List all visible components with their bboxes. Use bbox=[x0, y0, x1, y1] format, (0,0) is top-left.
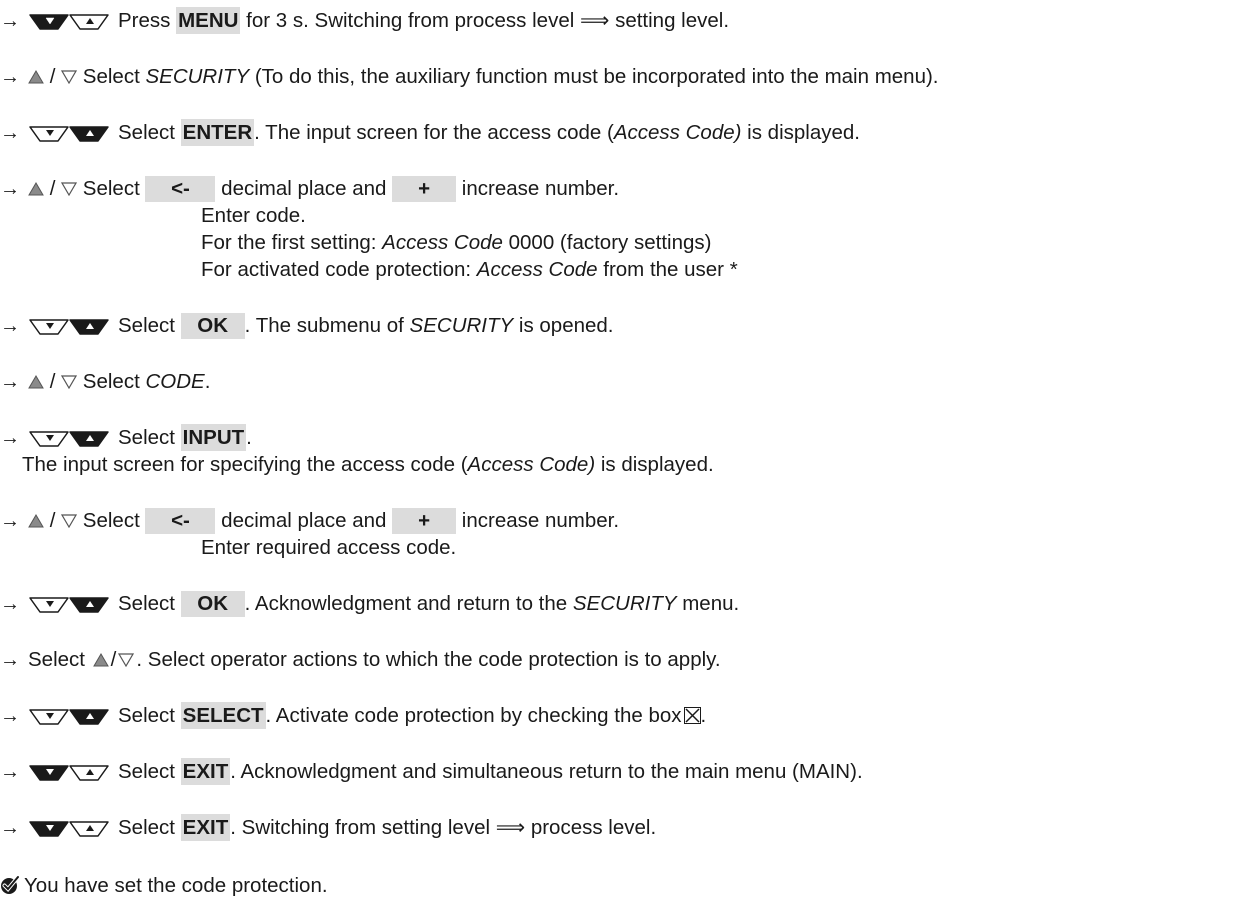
result-line: You have set the code protection. bbox=[0, 873, 328, 899]
ok-key: OK bbox=[180, 591, 245, 617]
navigation-keys-icon bbox=[28, 707, 110, 733]
step-7: → Select INPUT. bbox=[0, 424, 252, 451]
input-key-label: INPUT bbox=[180, 424, 247, 451]
check-badge-icon bbox=[0, 875, 20, 902]
arrow-icon: → bbox=[0, 66, 20, 88]
step-6: → / Select CODE. bbox=[0, 370, 211, 393]
arrow-icon: → bbox=[0, 122, 20, 144]
arrow-icon: → bbox=[0, 761, 20, 783]
arrow-icon: → bbox=[0, 371, 20, 393]
step-2: → / Select SECURITY (To do this, the aux… bbox=[0, 65, 939, 88]
increase-key: + bbox=[392, 508, 457, 534]
step-4-detail-3: For activated code protection: Access Co… bbox=[201, 258, 738, 281]
arrow-icon: → bbox=[0, 649, 20, 671]
step-4-detail-2: For the first setting: Access Code 0000 … bbox=[201, 231, 712, 254]
arrow-icon: → bbox=[0, 817, 20, 839]
arrow-icon: → bbox=[0, 705, 20, 727]
up-triangle-icon bbox=[28, 182, 44, 196]
up-triangle-icon bbox=[93, 653, 109, 667]
decimal-place-key: <- bbox=[145, 508, 216, 534]
step-9: → Select OK. Acknowledgment and return t… bbox=[0, 591, 739, 617]
arrow-icon: → bbox=[0, 315, 20, 337]
result-text: You have set the code protection. bbox=[24, 874, 328, 897]
step-10: → Select /. Select operator actions to wh… bbox=[0, 648, 721, 671]
down-triangle-icon bbox=[118, 653, 134, 667]
step-3: → Select ENTER. The input screen for the… bbox=[0, 119, 860, 146]
checked-box-icon bbox=[683, 707, 701, 724]
step-7-detail: The input screen for specifying the acce… bbox=[22, 453, 714, 476]
exit-key-label: EXIT bbox=[180, 758, 231, 785]
step-4-detail-1: Enter code. bbox=[201, 204, 306, 227]
step-13: → Select EXIT. Switching from setting le… bbox=[0, 814, 656, 841]
down-triangle-icon bbox=[61, 514, 77, 528]
arrow-icon: → bbox=[0, 178, 20, 200]
select-key-label: SELECT bbox=[180, 702, 266, 729]
up-triangle-icon bbox=[28, 70, 44, 84]
step-1: → Press MENU for 3 s. Switching from pro… bbox=[0, 7, 729, 34]
ok-key: OK bbox=[180, 313, 245, 339]
navigation-keys-icon bbox=[28, 124, 110, 150]
exit-key-label: EXIT bbox=[180, 814, 231, 841]
navigation-keys-icon bbox=[28, 819, 110, 845]
navigation-keys-icon bbox=[28, 763, 110, 789]
decimal-place-key: <- bbox=[145, 176, 216, 202]
up-triangle-icon bbox=[28, 375, 44, 389]
up-triangle-icon bbox=[28, 514, 44, 528]
step-8: → / Select <- decimal place and + increa… bbox=[0, 508, 620, 534]
down-triangle-icon bbox=[61, 375, 77, 389]
step-11: → Select SELECT. Activate code protectio… bbox=[0, 702, 706, 729]
down-triangle-icon bbox=[61, 182, 77, 196]
increase-key: + bbox=[392, 176, 457, 202]
down-triangle-icon bbox=[61, 70, 77, 84]
enter-key-label: ENTER bbox=[180, 119, 255, 146]
step-5: → Select OK. The submenu of SECURITY is … bbox=[0, 313, 614, 339]
step-8-detail: Enter required access code. bbox=[201, 536, 457, 559]
arrow-icon: → bbox=[0, 10, 20, 32]
step-4: → / Select <- decimal place and + increa… bbox=[0, 176, 620, 202]
arrow-icon: → bbox=[0, 510, 20, 532]
arrow-icon: → bbox=[0, 427, 20, 449]
step-12: → Select EXIT. Acknowledgment and simult… bbox=[0, 758, 863, 785]
navigation-keys-icon bbox=[28, 12, 110, 38]
arrow-icon: → bbox=[0, 593, 20, 615]
menu-key-label: MENU bbox=[176, 7, 241, 34]
navigation-keys-icon bbox=[28, 595, 110, 621]
navigation-keys-icon bbox=[28, 317, 110, 343]
